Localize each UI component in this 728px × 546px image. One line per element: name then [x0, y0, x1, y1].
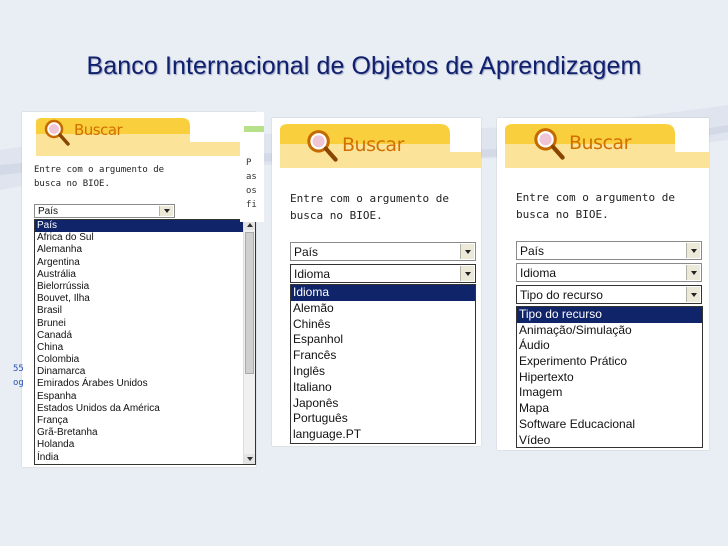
dropdown-option[interactable]: Hipertexto	[517, 370, 702, 386]
dropdown-option[interactable]: Japonês	[291, 396, 475, 412]
magnifier-icon	[44, 119, 70, 146]
dropdown-option[interactable]: Canadá	[35, 330, 255, 342]
dropdown-option[interactable]: Brasil	[35, 305, 255, 317]
search-panel-resource-type: Buscar Entre com o argumento de busca no…	[497, 118, 709, 450]
country-dropdown-list[interactable]: País África do Sul Alemanha Argentina Austrá…	[34, 219, 256, 465]
search-panel-language: Buscar Entre com o argumento de busca no…	[272, 118, 481, 446]
dropdown-option[interactable]: Argentina	[35, 257, 255, 269]
dropdown-option[interactable]: Estados Unidos da América	[35, 403, 255, 415]
buscar-heading: Buscar	[342, 134, 404, 156]
instruction-text: Entre com o argumento de busca no BIOE.	[516, 191, 675, 222]
dropdown-option[interactable]: Software Educacional	[517, 417, 702, 433]
instruction-text: Entre com o argumento de busca no BIOE.	[290, 192, 449, 223]
dropdown-option[interactable]: Grã-Bretanha	[35, 427, 255, 439]
dropdown-option[interactable]: Bielorrússia	[35, 281, 255, 293]
country-select[interactable]: País	[516, 241, 702, 260]
dropdown-option[interactable]: Brunei	[35, 318, 255, 330]
dropdown-option[interactable]: País	[35, 220, 255, 233]
slide-title: Banco Internacional de Objetos de Aprend…	[86, 52, 642, 80]
panel-header: Buscar	[22, 112, 256, 156]
dropdown-scrollbar[interactable]	[243, 220, 255, 464]
chevron-down-icon[interactable]	[159, 206, 173, 216]
scroll-down-icon[interactable]	[244, 454, 255, 464]
panel-header: Buscar	[497, 118, 709, 168]
background-link-fragment: 55 og	[13, 364, 24, 388]
dropdown-option[interactable]: Tipo do recurso	[517, 307, 702, 323]
dropdown-option[interactable]: África do Sul	[35, 232, 255, 244]
dropdown-option[interactable]: Francês	[291, 348, 475, 364]
chevron-down-icon[interactable]	[686, 243, 700, 258]
dropdown-option[interactable]: Dinamarca	[35, 366, 255, 378]
background-page-fragment: P as os fi	[240, 112, 264, 222]
dropdown-option[interactable]: Português	[291, 411, 475, 427]
country-select[interactable]: País	[290, 242, 476, 261]
buscar-heading: Buscar	[74, 121, 123, 139]
dropdown-option[interactable]: Holanda	[35, 439, 255, 451]
chevron-down-icon[interactable]	[460, 244, 474, 259]
language-select[interactable]: Idioma	[516, 263, 702, 282]
dropdown-option[interactable]: Alemanha	[35, 244, 255, 256]
buscar-heading: Buscar	[569, 132, 631, 154]
dropdown-option[interactable]: Alemão	[291, 301, 475, 317]
magnifier-icon	[534, 128, 565, 160]
dropdown-option[interactable]: Vídeo	[517, 433, 702, 448]
instruction-text: Entre com o argumento de busca no BIOE.	[34, 165, 165, 189]
dropdown-option[interactable]: Emirados Árabes Unidos	[35, 378, 255, 390]
search-panel-country: Buscar Entre com o argumento de busca no…	[22, 112, 256, 467]
dropdown-option[interactable]: Italiano	[291, 380, 475, 396]
dropdown-option[interactable]: Espanhol	[291, 332, 475, 348]
dropdown-option[interactable]: Austrália	[35, 269, 255, 281]
resource-type-dropdown-list[interactable]: Tipo do recurso Animação/Simulação Áudio Ex…	[516, 306, 703, 448]
resource-type-select[interactable]: Tipo do recurso	[516, 285, 702, 304]
dropdown-option[interactable]: China	[35, 342, 255, 354]
language-select[interactable]: Idioma	[290, 264, 476, 283]
chevron-down-icon[interactable]	[686, 287, 700, 302]
dropdown-option[interactable]: Bouvet, Ilha	[35, 293, 255, 305]
panel-header: Buscar	[272, 118, 481, 168]
language-dropdown-list[interactable]: Idioma Alemão Chinês Espanhol Francês Inglês I…	[290, 284, 476, 444]
dropdown-option[interactable]: Chinês	[291, 317, 475, 333]
country-select[interactable]: País	[34, 204, 175, 218]
dropdown-option[interactable]: Espanha	[35, 391, 255, 403]
dropdown-option[interactable]: Índia	[35, 452, 255, 464]
dropdown-option[interactable]: Inglês	[291, 364, 475, 380]
magnifier-icon	[307, 130, 338, 162]
dropdown-option[interactable]: language.PT	[291, 427, 475, 443]
dropdown-option[interactable]: Áudio	[517, 338, 702, 354]
chevron-down-icon[interactable]	[460, 266, 474, 281]
dropdown-option[interactable]: Colombia	[35, 354, 255, 366]
dropdown-option[interactable]: Animação/Simulação	[517, 323, 702, 339]
dropdown-option[interactable]: França	[35, 415, 255, 427]
dropdown-option[interactable]: Imagem	[517, 385, 702, 401]
dropdown-option[interactable]: Idioma	[291, 285, 475, 301]
scroll-thumb[interactable]	[245, 232, 254, 374]
chevron-down-icon[interactable]	[686, 265, 700, 280]
dropdown-option[interactable]: Experimento Prático	[517, 354, 702, 370]
dropdown-option[interactable]: Mapa	[517, 401, 702, 417]
